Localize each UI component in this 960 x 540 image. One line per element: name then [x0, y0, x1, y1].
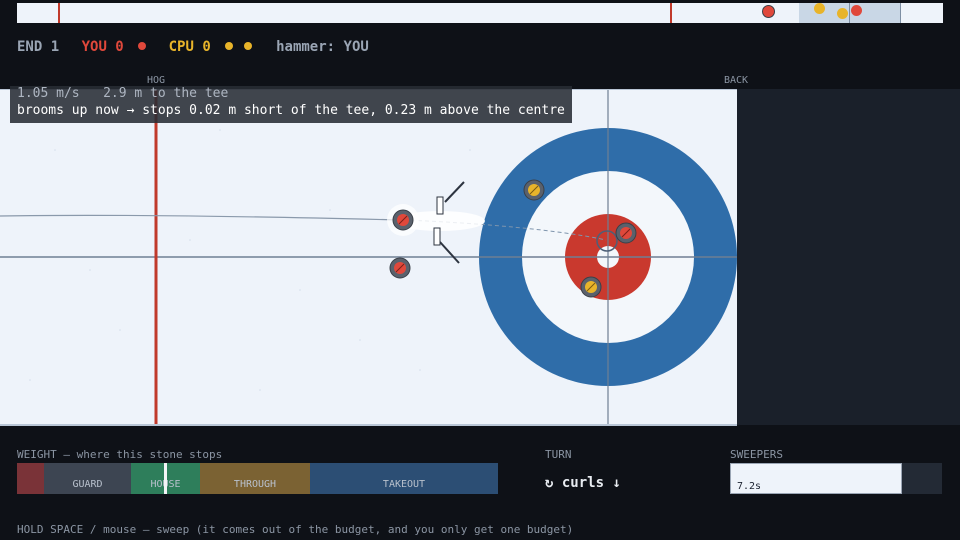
- minimap-hog-line: [58, 3, 60, 23]
- cpu-stone-count-icon: [225, 42, 234, 50]
- hog-line-label: HOG: [147, 75, 166, 86]
- weight-segment-short[interactable]: [17, 463, 44, 494]
- speed-distance-readout: 1.05 m/s 2.9 m to the tee: [17, 86, 229, 101]
- minimap-back-edge: [900, 3, 901, 23]
- sweepers-title: SWEEPERS: [730, 448, 783, 461]
- minimap-hog-line-far: [670, 3, 672, 23]
- minimap-you-stone: [851, 5, 862, 16]
- weight-title: WEIGHT — where this stone stops: [17, 448, 223, 461]
- weight-segment-through[interactable]: THROUGH: [200, 463, 310, 494]
- you-stone-count-icon: [138, 42, 147, 50]
- shot-readout: 1.05 m/s 2.9 m to the tee brooms up now …: [10, 86, 572, 123]
- minimap-cpu-stone: [814, 3, 825, 14]
- red-stone-icon: [389, 257, 411, 279]
- sweep-budget-bar: 7.2s: [730, 463, 942, 494]
- back-line-label: BACK: [724, 75, 749, 86]
- yellow-stone-icon: [580, 276, 602, 298]
- stop-prediction-text: brooms up now → stops 0.02 m short of th…: [17, 103, 565, 118]
- cpu-stone-count-icon: [243, 42, 252, 50]
- weight-segment-takeout[interactable]: TAKEOUT: [310, 463, 498, 494]
- behind-back-line-zone: [737, 89, 960, 425]
- minimap-tee-line: [849, 3, 850, 23]
- score-status: END 1 YOU 0 CPU 0 hammer: YOU: [17, 39, 369, 55]
- minimap-you-stone: [762, 5, 775, 18]
- minimap-cpu-stone: [837, 8, 848, 19]
- weight-selector[interactable]: GUARD HOUSE THROUGH TAKEOUT: [17, 463, 498, 494]
- cpu-score: CPU 0: [168, 39, 211, 55]
- turn-title: TURN: [545, 448, 572, 461]
- you-score: YOU 0: [81, 39, 124, 55]
- controls-hint: HOLD SPACE / mouse — sweep (it comes out…: [17, 523, 574, 536]
- weight-marker[interactable]: [164, 463, 167, 494]
- turn-toggle[interactable]: ↻ curls ↓: [545, 475, 621, 491]
- hammer-label: hammer: YOU: [276, 39, 369, 55]
- red-stone-icon: [615, 222, 637, 244]
- yellow-stone-icon: [523, 179, 545, 201]
- sheet-minimap: [17, 3, 943, 23]
- ice-sheet[interactable]: [0, 89, 737, 426]
- sweep-budget-fill: 7.2s: [730, 463, 902, 494]
- stones-layer: [389, 179, 637, 298]
- end-label: END 1: [17, 39, 60, 55]
- sweep-time-remaining: 7.2s: [737, 481, 762, 492]
- weight-segment-guard[interactable]: GUARD: [44, 463, 131, 494]
- red-stone-icon: [392, 209, 414, 231]
